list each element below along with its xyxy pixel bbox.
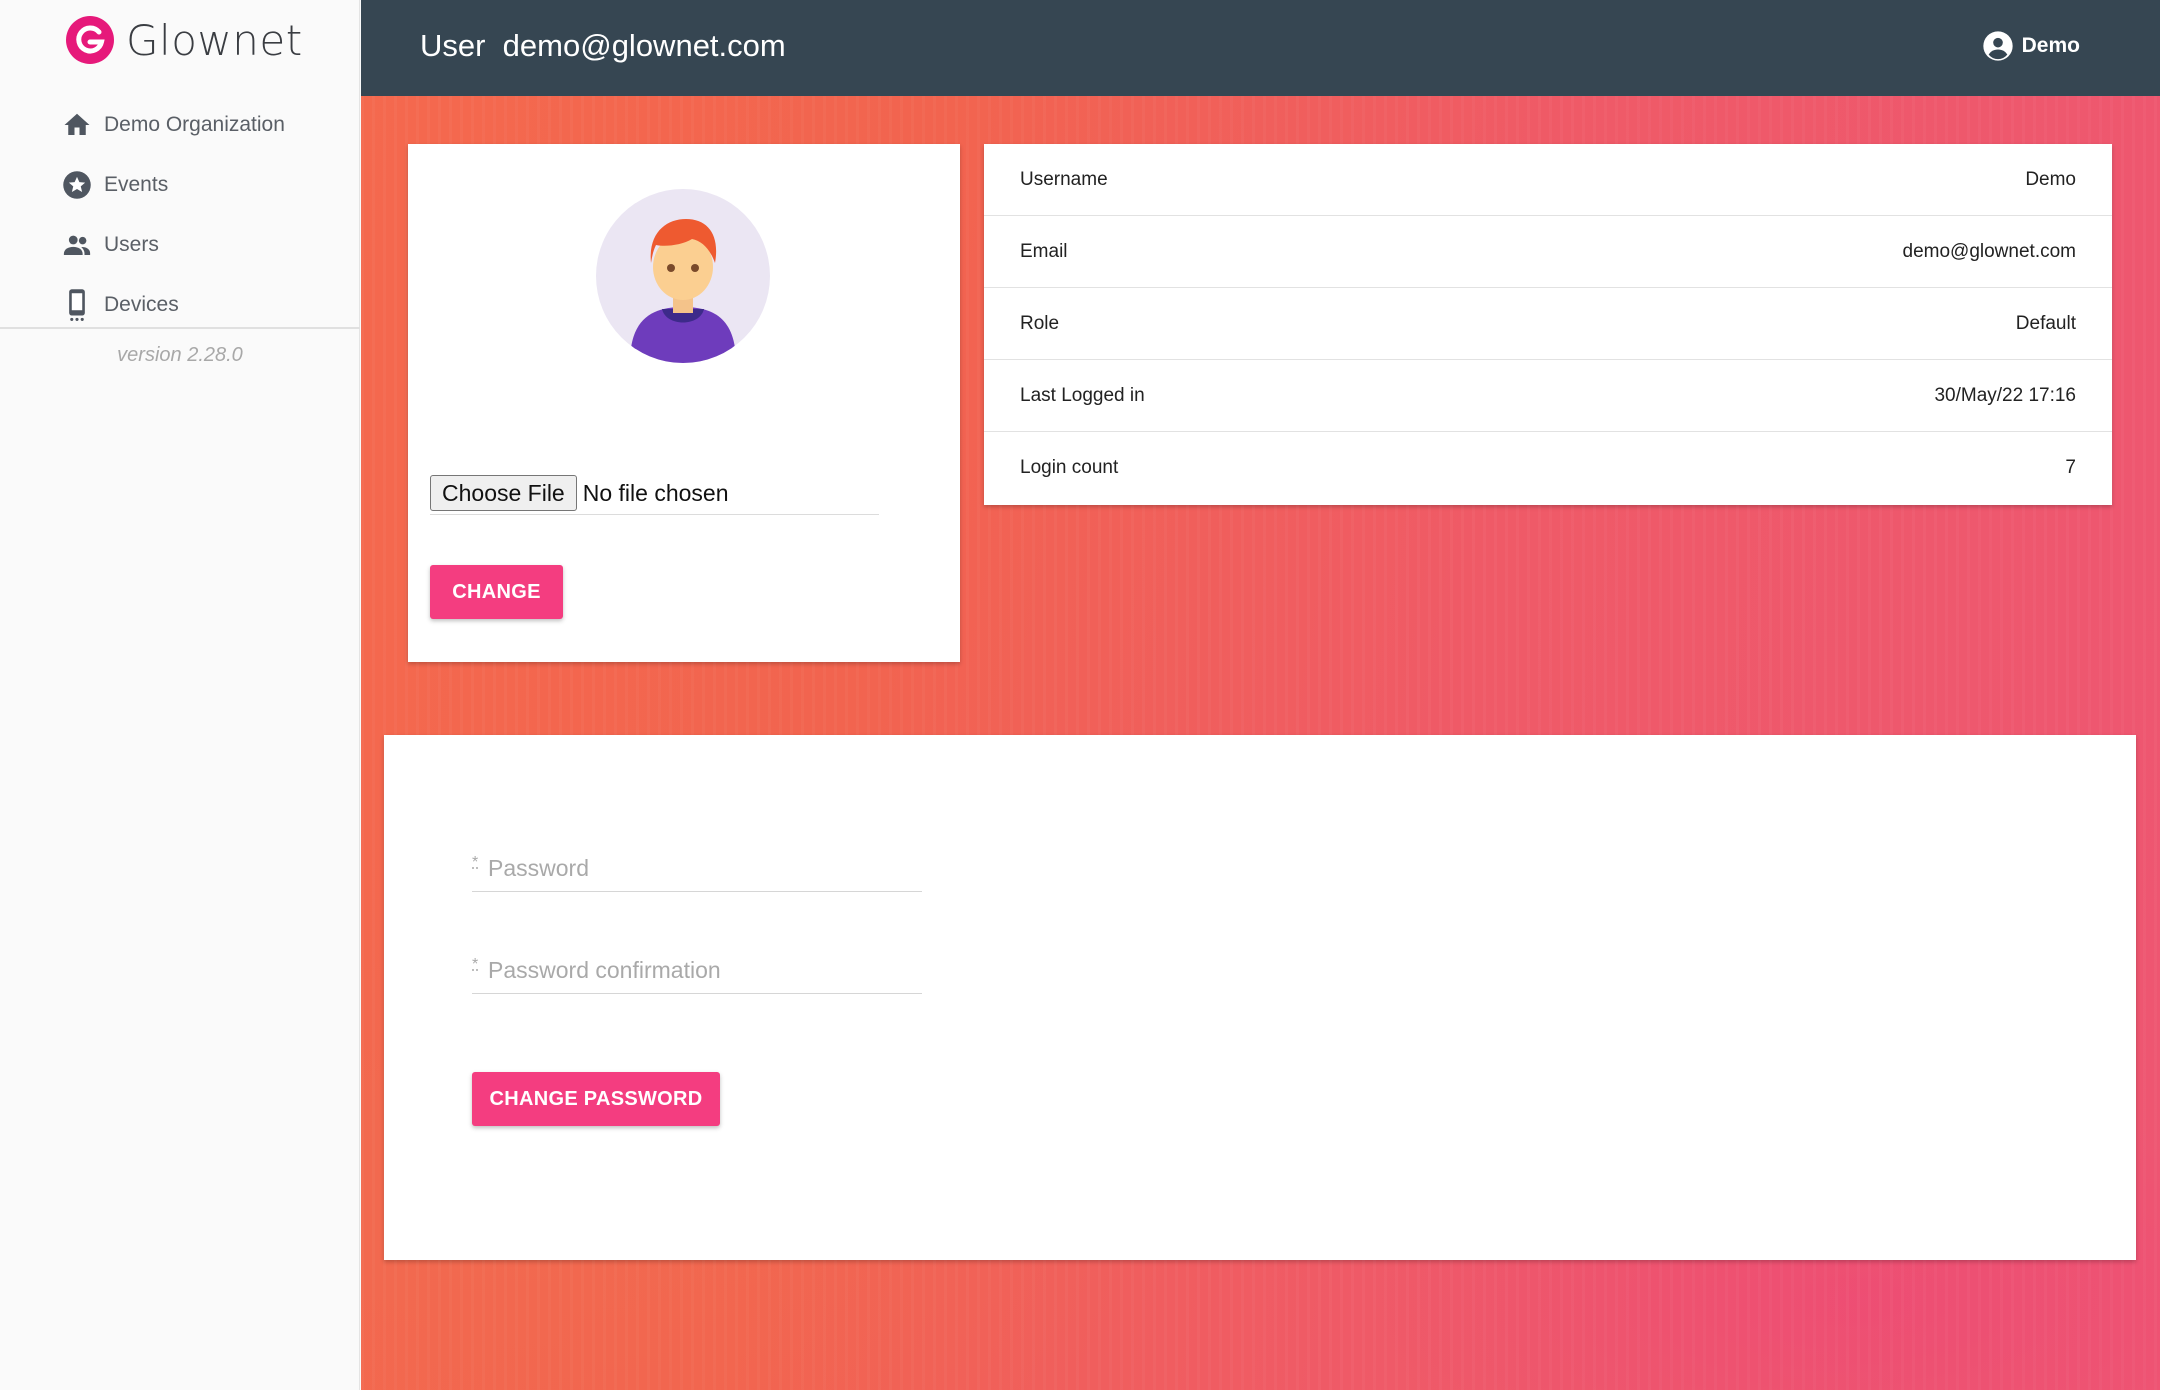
info-row-email: Email demo@glownet.com (984, 216, 2112, 288)
avatar-card: Choose File No file chosen CHANGE (408, 144, 960, 662)
account-circle-icon (1982, 30, 2014, 62)
info-row-last-logged-in: Last Logged in 30/May/22 17:16 (984, 360, 2112, 432)
info-value: 7 (2065, 457, 2076, 478)
sidebar-item-label: Events (104, 173, 169, 196)
password-input[interactable] (472, 846, 922, 891)
sidebar-nav: Demo Organization Events Users Devices (0, 95, 360, 335)
file-status: No file chosen (582, 480, 729, 506)
avatar-file-picker: Choose File No file chosen (430, 475, 879, 515)
home-icon (60, 108, 94, 142)
sidebar-item-demo-organization[interactable]: Demo Organization (0, 95, 360, 155)
user-name: Demo (2021, 34, 2080, 57)
info-value: demo@glownet.com (1902, 240, 2076, 262)
sidebar-item-events[interactable]: Events (0, 155, 360, 215)
password-field: * (472, 846, 922, 892)
avatar (596, 189, 770, 363)
info-row-role: Role Default (984, 288, 2112, 360)
users-icon (60, 228, 94, 262)
sidebar-item-devices[interactable]: Devices (0, 275, 360, 335)
change-avatar-button[interactable]: CHANGE (430, 565, 563, 619)
sidebar-divider (0, 327, 360, 329)
page-title: User demo@glownet.com (420, 28, 786, 63)
info-label: Email (1020, 240, 1068, 262)
info-row-login-count: Login count 7 (984, 432, 2112, 504)
info-label: Login count (1020, 457, 1119, 478)
password-confirmation-input[interactable] (472, 948, 922, 993)
info-row-username: Username Demo (984, 144, 2112, 216)
info-value: Default (2015, 312, 2076, 334)
info-label: Role (1020, 312, 1060, 334)
sidebar-item-label: Users (104, 233, 159, 256)
main-content: User demo@glownet.com Demo Choose File N… (361, 0, 2160, 1390)
app-version: version 2.28.0 (117, 344, 243, 366)
info-value: 30/May/22 17:16 (1934, 384, 2076, 406)
info-label: Last Logged in (1020, 384, 1145, 406)
info-label: Username (1020, 168, 1108, 190)
brand-name: Glownet (126, 15, 303, 65)
change-password-button[interactable]: CHANGE PASSWORD (472, 1072, 720, 1126)
top-bar: User demo@glownet.com Demo (361, 0, 2160, 96)
sidebar-item-users[interactable]: Users (0, 215, 360, 275)
brand-logo[interactable]: Glownet (66, 14, 303, 66)
glownet-logo-icon (66, 16, 114, 64)
user-menu-button[interactable]: Demo (1982, 30, 2080, 62)
sidebar: Glownet Demo Organization Events Users D… (0, 0, 360, 1390)
phone-device-icon (60, 288, 94, 322)
user-avatar-icon (630, 219, 736, 363)
change-password-card: * * CHANGE PASSWORD (384, 735, 2136, 1260)
star-circle-icon (60, 168, 94, 202)
password-confirmation-field: * (472, 948, 922, 994)
choose-file-button[interactable]: Choose File (430, 475, 577, 511)
sidebar-item-label: Devices (104, 293, 179, 316)
user-info-card: Username Demo Email demo@glownet.com Rol… (984, 144, 2112, 505)
info-value: Demo (2025, 168, 2076, 190)
sidebar-item-label: Demo Organization (104, 113, 285, 136)
